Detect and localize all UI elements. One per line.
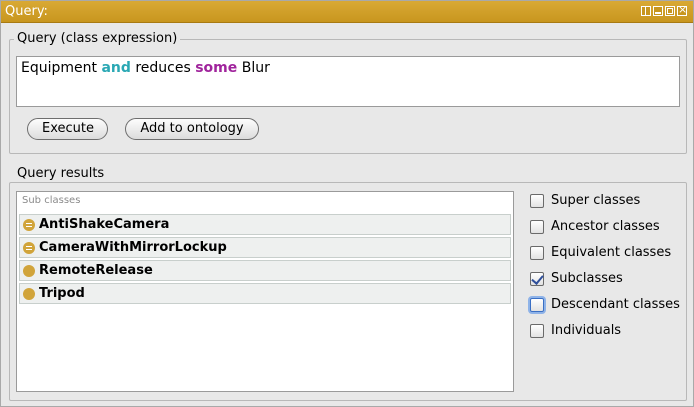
equivalent-class-icon [23, 242, 35, 254]
class-label: CameraWithMirrorLockup [39, 240, 227, 255]
option-label: Descendant classes [551, 297, 680, 312]
class-label: AntiShakeCamera [39, 217, 170, 232]
option-label: Equivalent classes [551, 245, 672, 260]
descendant-classes-checkbox[interactable] [530, 298, 544, 312]
split-view-icon[interactable] [641, 6, 651, 16]
equivalent-classes-checkbox[interactable] [530, 246, 544, 260]
maximize-icon[interactable] [665, 6, 675, 16]
expression-text: Blur [237, 60, 270, 76]
expression-text: Equipment [21, 60, 102, 76]
minimize-icon[interactable] [653, 6, 663, 16]
window-title: Query: [5, 4, 48, 19]
query-group-legend: Query (class expression) [14, 31, 181, 46]
super-classes-checkbox[interactable] [530, 194, 544, 208]
equivalent-class-icon [23, 219, 35, 231]
list-item[interactable]: AntiShakeCamera [19, 214, 511, 235]
window-controls [641, 3, 687, 17]
keyword-and: and [101, 60, 131, 76]
class-label: RemoteRelease [39, 263, 153, 278]
class-label: Tripod [39, 286, 85, 301]
close-icon[interactable] [677, 3, 687, 17]
option-label: Subclasses [551, 271, 623, 286]
class-expression-editor[interactable]: Equipment and reduces some Blur [16, 56, 680, 107]
option-label: Individuals [551, 323, 622, 338]
expression-text: reduces [130, 60, 196, 76]
execute-button[interactable]: Execute [27, 118, 108, 140]
add-to-ontology-button[interactable]: Add to ontology [125, 118, 259, 140]
title-bar: Query: [1, 1, 693, 23]
option-label: Ancestor classes [551, 219, 660, 234]
list-item[interactable]: CameraWithMirrorLockup [19, 237, 511, 258]
class-icon [23, 288, 35, 300]
results-list[interactable]: Sub classes AntiShakeCamera CameraWithMi… [16, 191, 514, 392]
query-window: Query: Query (class expression) Equipmen… [0, 0, 694, 407]
list-item[interactable]: Tripod [19, 283, 511, 304]
ancestor-classes-checkbox[interactable] [530, 220, 544, 234]
keyword-some: some [195, 60, 238, 76]
list-header: Sub classes [22, 195, 81, 206]
subclasses-checkbox[interactable] [530, 272, 544, 286]
list-item[interactable]: RemoteRelease [19, 260, 511, 281]
individuals-checkbox[interactable] [530, 324, 544, 338]
results-group-legend: Query results [14, 166, 108, 181]
option-label: Super classes [551, 193, 641, 208]
class-icon [23, 265, 35, 277]
